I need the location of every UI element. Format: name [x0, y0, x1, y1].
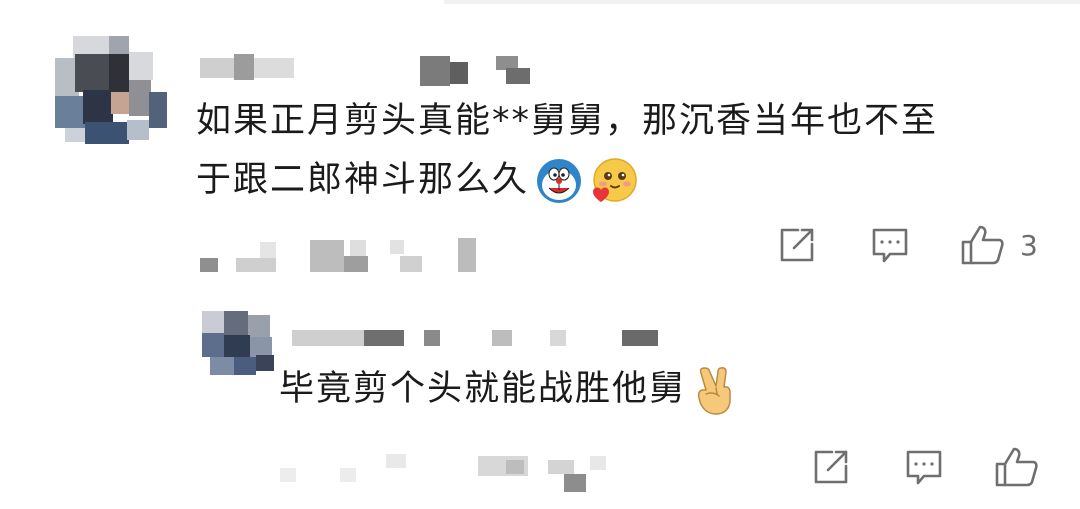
- comment-icon[interactable]: [904, 448, 944, 488]
- comment-meta: [200, 236, 490, 276]
- doraemon-emoji: [535, 157, 583, 205]
- reply-text: 毕竟剪个头就能战胜他舅: [279, 360, 736, 418]
- commenter-avatar[interactable]: [55, 36, 167, 146]
- share-icon[interactable]: [778, 226, 816, 264]
- replier-name[interactable]: [292, 326, 662, 350]
- reply-text-content: 毕竟剪个头就能战胜他舅: [279, 369, 687, 409]
- comment-text-line-2: 于跟二郎神斗那么久: [196, 151, 639, 209]
- commenter-name[interactable]: [200, 52, 540, 86]
- thumbs-up-icon[interactable]: [960, 223, 1006, 267]
- replier-avatar[interactable]: [202, 311, 276, 377]
- blushing-heart-emoji: [589, 156, 639, 206]
- comment-icon[interactable]: [870, 226, 910, 266]
- reply-meta: [280, 452, 610, 494]
- comment-text-line-2-content: 于跟二郎神斗那么久: [196, 160, 530, 200]
- victory-hand-emoji: [692, 364, 736, 416]
- share-icon[interactable]: [812, 448, 850, 486]
- like-count: 3: [1020, 229, 1038, 262]
- top-divider: [444, 0, 1080, 4]
- comment-text-line-1: 如果正月剪头真能**舅舅，那沉香当年也不至: [196, 101, 939, 141]
- thumbs-up-icon[interactable]: [994, 445, 1040, 489]
